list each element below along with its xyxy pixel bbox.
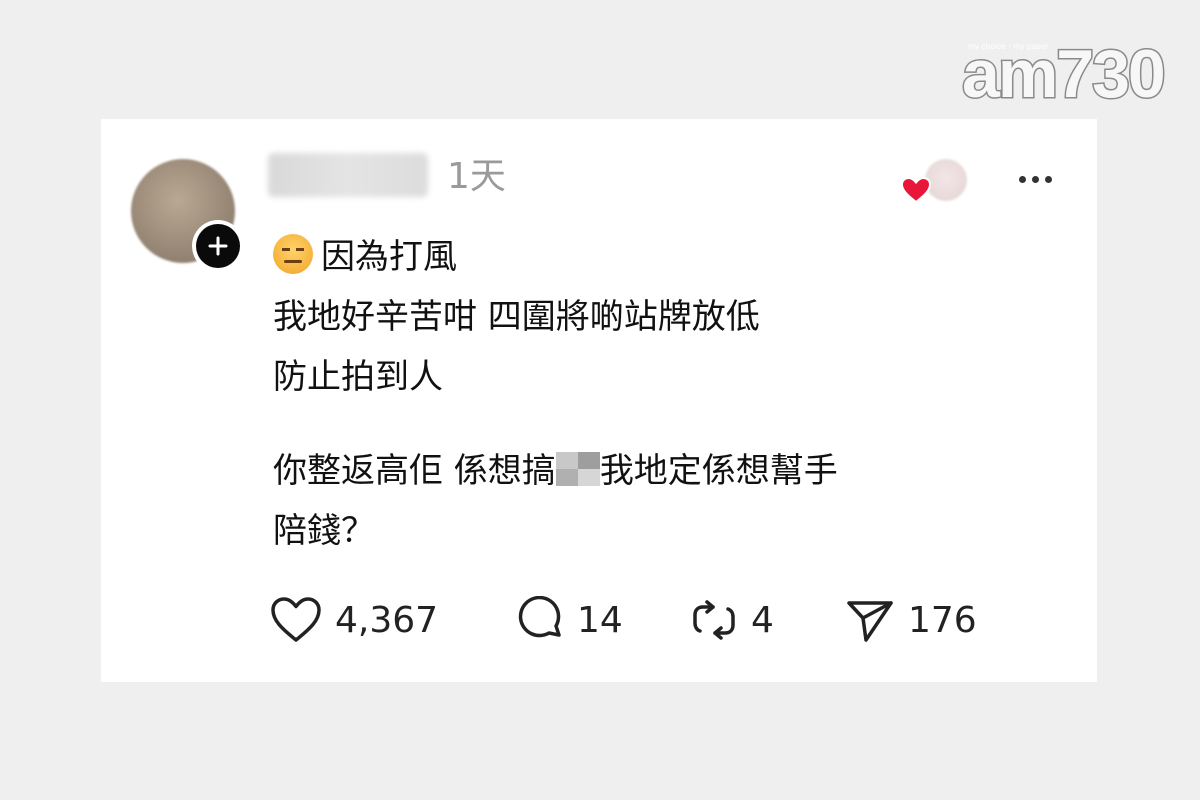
post-line-text: 我地定係想幫手	[599, 451, 838, 491]
repost-icon	[693, 600, 735, 640]
action-bar: 4,367 14 4 176	[269, 595, 989, 645]
logo-tagline: my choice · my paper	[968, 42, 1049, 51]
heart-filled-icon	[901, 177, 931, 203]
censored-mosaic	[555, 452, 600, 486]
dot-icon	[1019, 175, 1026, 183]
comment-count: 14	[577, 599, 623, 641]
post-line: 陪錢？	[273, 511, 375, 551]
dot-icon	[1032, 175, 1039, 183]
post-line-text: 你整返高佢 係想搞	[273, 451, 556, 491]
post-line: 因為打風	[273, 227, 1033, 287]
heart-outline-icon	[271, 597, 321, 642]
post-timestamp: 1天	[447, 156, 506, 197]
expressionless-face-icon	[273, 234, 313, 274]
more-options-button[interactable]	[1019, 167, 1063, 191]
post-body: 因為打風 我地好辛苦咁 四圍將啲站牌放低 防止拍到人 你整返高佢 係想搞 我地定係…	[273, 227, 1033, 561]
plus-icon	[208, 236, 228, 256]
liked-by-avatars[interactable]	[901, 159, 971, 205]
share-button[interactable]: 176	[844, 595, 977, 645]
liker-avatar	[925, 159, 967, 201]
share-count: 176	[908, 599, 977, 641]
post-line: 我地好辛苦咁 四圍將啲站牌放低	[273, 297, 760, 337]
like-count: 4,367	[335, 599, 439, 641]
send-icon	[847, 601, 893, 642]
post-line: 防止拍到人	[273, 357, 443, 397]
post-line-text: 因為打風	[321, 237, 457, 277]
repost-button[interactable]: 4	[689, 595, 774, 645]
like-button[interactable]: 4,367	[269, 595, 438, 645]
comment-bubble-icon	[518, 596, 561, 638]
repost-count: 4	[751, 599, 774, 641]
username-redacted[interactable]	[268, 153, 428, 197]
dot-icon	[1045, 175, 1052, 183]
comment-button[interactable]: 14	[515, 595, 623, 645]
follow-button[interactable]	[192, 220, 244, 272]
am730-logo: am730 my choice · my paper	[961, 36, 1168, 116]
post-card: 1天 因為打風 我地好辛苦咁 四圍將啲站牌放低 防止拍到人 你整返高佢 係想搞 我…	[101, 119, 1097, 682]
post-line: 你整返高佢 係想搞 我地定係想幫手	[273, 441, 1033, 501]
